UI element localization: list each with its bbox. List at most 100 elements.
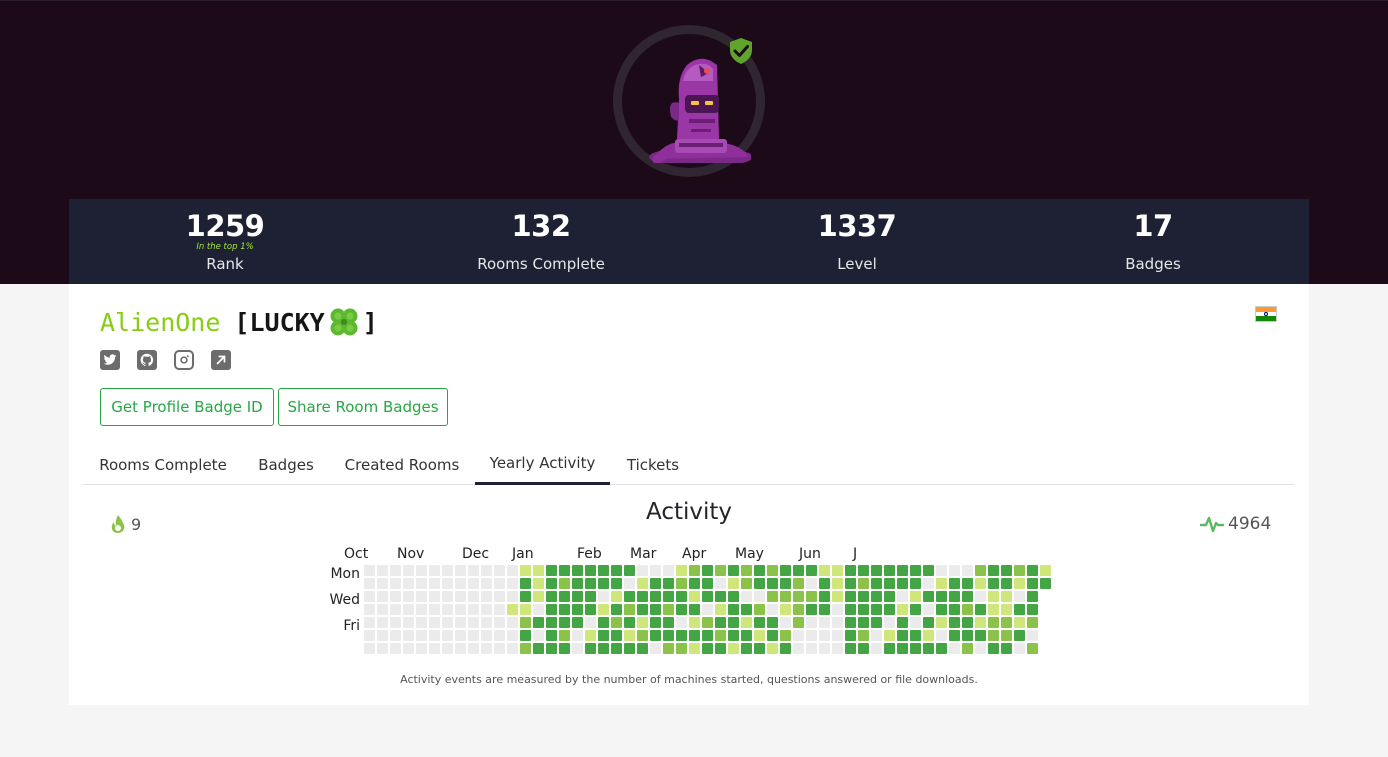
heatmap-cell[interactable] [416, 578, 427, 589]
heatmap-cell[interactable] [559, 643, 570, 654]
heatmap-cell[interactable] [715, 578, 726, 589]
heatmap-cell[interactable] [949, 578, 960, 589]
heatmap-cell[interactable] [585, 604, 596, 615]
heatmap-cell[interactable] [975, 630, 986, 641]
heatmap-cell[interactable] [364, 578, 375, 589]
heatmap-cell[interactable] [897, 617, 908, 628]
heatmap-cell[interactable] [468, 630, 479, 641]
heatmap-cell[interactable] [702, 643, 713, 654]
heatmap-cell[interactable] [689, 591, 700, 602]
heatmap-cell[interactable] [559, 591, 570, 602]
heatmap-cell[interactable] [364, 604, 375, 615]
heatmap-cell[interactable] [676, 578, 687, 589]
heatmap-cell[interactable] [416, 591, 427, 602]
heatmap-cell[interactable] [364, 565, 375, 576]
heatmap-cell[interactable] [832, 617, 843, 628]
heatmap-cell[interactable] [572, 617, 583, 628]
heatmap-cell[interactable] [767, 578, 778, 589]
heatmap-cell[interactable] [663, 630, 674, 641]
heatmap-cell[interactable] [429, 578, 440, 589]
heatmap-cell[interactable] [884, 604, 895, 615]
heatmap-cell[interactable] [962, 591, 973, 602]
heatmap-cell[interactable] [988, 591, 999, 602]
heatmap-cell[interactable] [1040, 578, 1051, 589]
heatmap-cell[interactable] [546, 630, 557, 641]
heatmap-cell[interactable] [858, 630, 869, 641]
heatmap-cell[interactable] [403, 591, 414, 602]
heatmap-cell[interactable] [494, 604, 505, 615]
heatmap-cell[interactable] [780, 604, 791, 615]
heatmap-cell[interactable] [962, 604, 973, 615]
heatmap-cell[interactable] [546, 578, 557, 589]
heatmap-cell[interactable] [819, 617, 830, 628]
heatmap-cell[interactable] [611, 565, 622, 576]
heatmap-cell[interactable] [624, 578, 635, 589]
heatmap-cell[interactable] [494, 591, 505, 602]
heatmap-cell[interactable] [741, 630, 752, 641]
heatmap-cell[interactable] [650, 630, 661, 641]
heatmap-cell[interactable] [429, 604, 440, 615]
heatmap-cell[interactable] [923, 617, 934, 628]
twitter-icon[interactable] [100, 350, 120, 370]
heatmap-cell[interactable] [442, 630, 453, 641]
heatmap-cell[interactable] [702, 630, 713, 641]
heatmap-cell[interactable] [533, 643, 544, 654]
heatmap-cell[interactable] [923, 630, 934, 641]
heatmap-cell[interactable] [936, 630, 947, 641]
heatmap-cell[interactable] [377, 630, 388, 641]
heatmap-cell[interactable] [663, 565, 674, 576]
heatmap-cell[interactable] [390, 617, 401, 628]
heatmap-cell[interactable] [663, 617, 674, 628]
heatmap-cell[interactable] [676, 630, 687, 641]
heatmap-cell[interactable] [650, 617, 661, 628]
heatmap-cell[interactable] [1027, 630, 1038, 641]
heatmap-cell[interactable] [962, 630, 973, 641]
heatmap-cell[interactable] [442, 591, 453, 602]
heatmap-cell[interactable] [507, 591, 518, 602]
heatmap-cell[interactable] [533, 578, 544, 589]
heatmap-cell[interactable] [559, 578, 570, 589]
heatmap-cell[interactable] [923, 565, 934, 576]
heatmap-cell[interactable] [975, 578, 986, 589]
heatmap-cell[interactable] [1027, 591, 1038, 602]
heatmap-cell[interactable] [1014, 565, 1025, 576]
heatmap-cell[interactable] [741, 578, 752, 589]
heatmap-cell[interactable] [559, 630, 570, 641]
external-link-icon[interactable] [211, 350, 231, 370]
heatmap-cell[interactable] [780, 591, 791, 602]
heatmap-cell[interactable] [858, 591, 869, 602]
heatmap-cell[interactable] [780, 578, 791, 589]
heatmap-cell[interactable] [988, 604, 999, 615]
heatmap-cell[interactable] [624, 591, 635, 602]
heatmap-cell[interactable] [741, 617, 752, 628]
heatmap-cell[interactable] [1014, 591, 1025, 602]
heatmap-cell[interactable] [442, 578, 453, 589]
heatmap-cell[interactable] [598, 617, 609, 628]
get-profile-badge-id-button[interactable]: Get Profile Badge ID [100, 388, 274, 426]
heatmap-cell[interactable] [923, 604, 934, 615]
heatmap-cell[interactable] [507, 565, 518, 576]
heatmap-cell[interactable] [910, 617, 921, 628]
heatmap-cell[interactable] [962, 643, 973, 654]
heatmap-cell[interactable] [871, 643, 882, 654]
tab-created-rooms[interactable]: Created Rooms [329, 444, 475, 485]
heatmap-cell[interactable] [546, 617, 557, 628]
tab-badges[interactable]: Badges [243, 444, 329, 485]
heatmap-cell[interactable] [559, 565, 570, 576]
heatmap-cell[interactable] [611, 630, 622, 641]
heatmap-cell[interactable] [637, 578, 648, 589]
heatmap-cell[interactable] [949, 617, 960, 628]
instagram-icon[interactable] [174, 350, 194, 370]
heatmap-cell[interactable] [455, 617, 466, 628]
heatmap-cell[interactable] [793, 578, 804, 589]
heatmap-cell[interactable] [819, 578, 830, 589]
heatmap-cell[interactable] [650, 604, 661, 615]
heatmap-cell[interactable] [832, 604, 843, 615]
heatmap-cell[interactable] [767, 617, 778, 628]
heatmap-cell[interactable] [507, 578, 518, 589]
heatmap-cell[interactable] [468, 565, 479, 576]
heatmap-cell[interactable] [897, 643, 908, 654]
heatmap-cell[interactable] [611, 591, 622, 602]
heatmap-cell[interactable] [858, 604, 869, 615]
heatmap-cell[interactable] [403, 578, 414, 589]
